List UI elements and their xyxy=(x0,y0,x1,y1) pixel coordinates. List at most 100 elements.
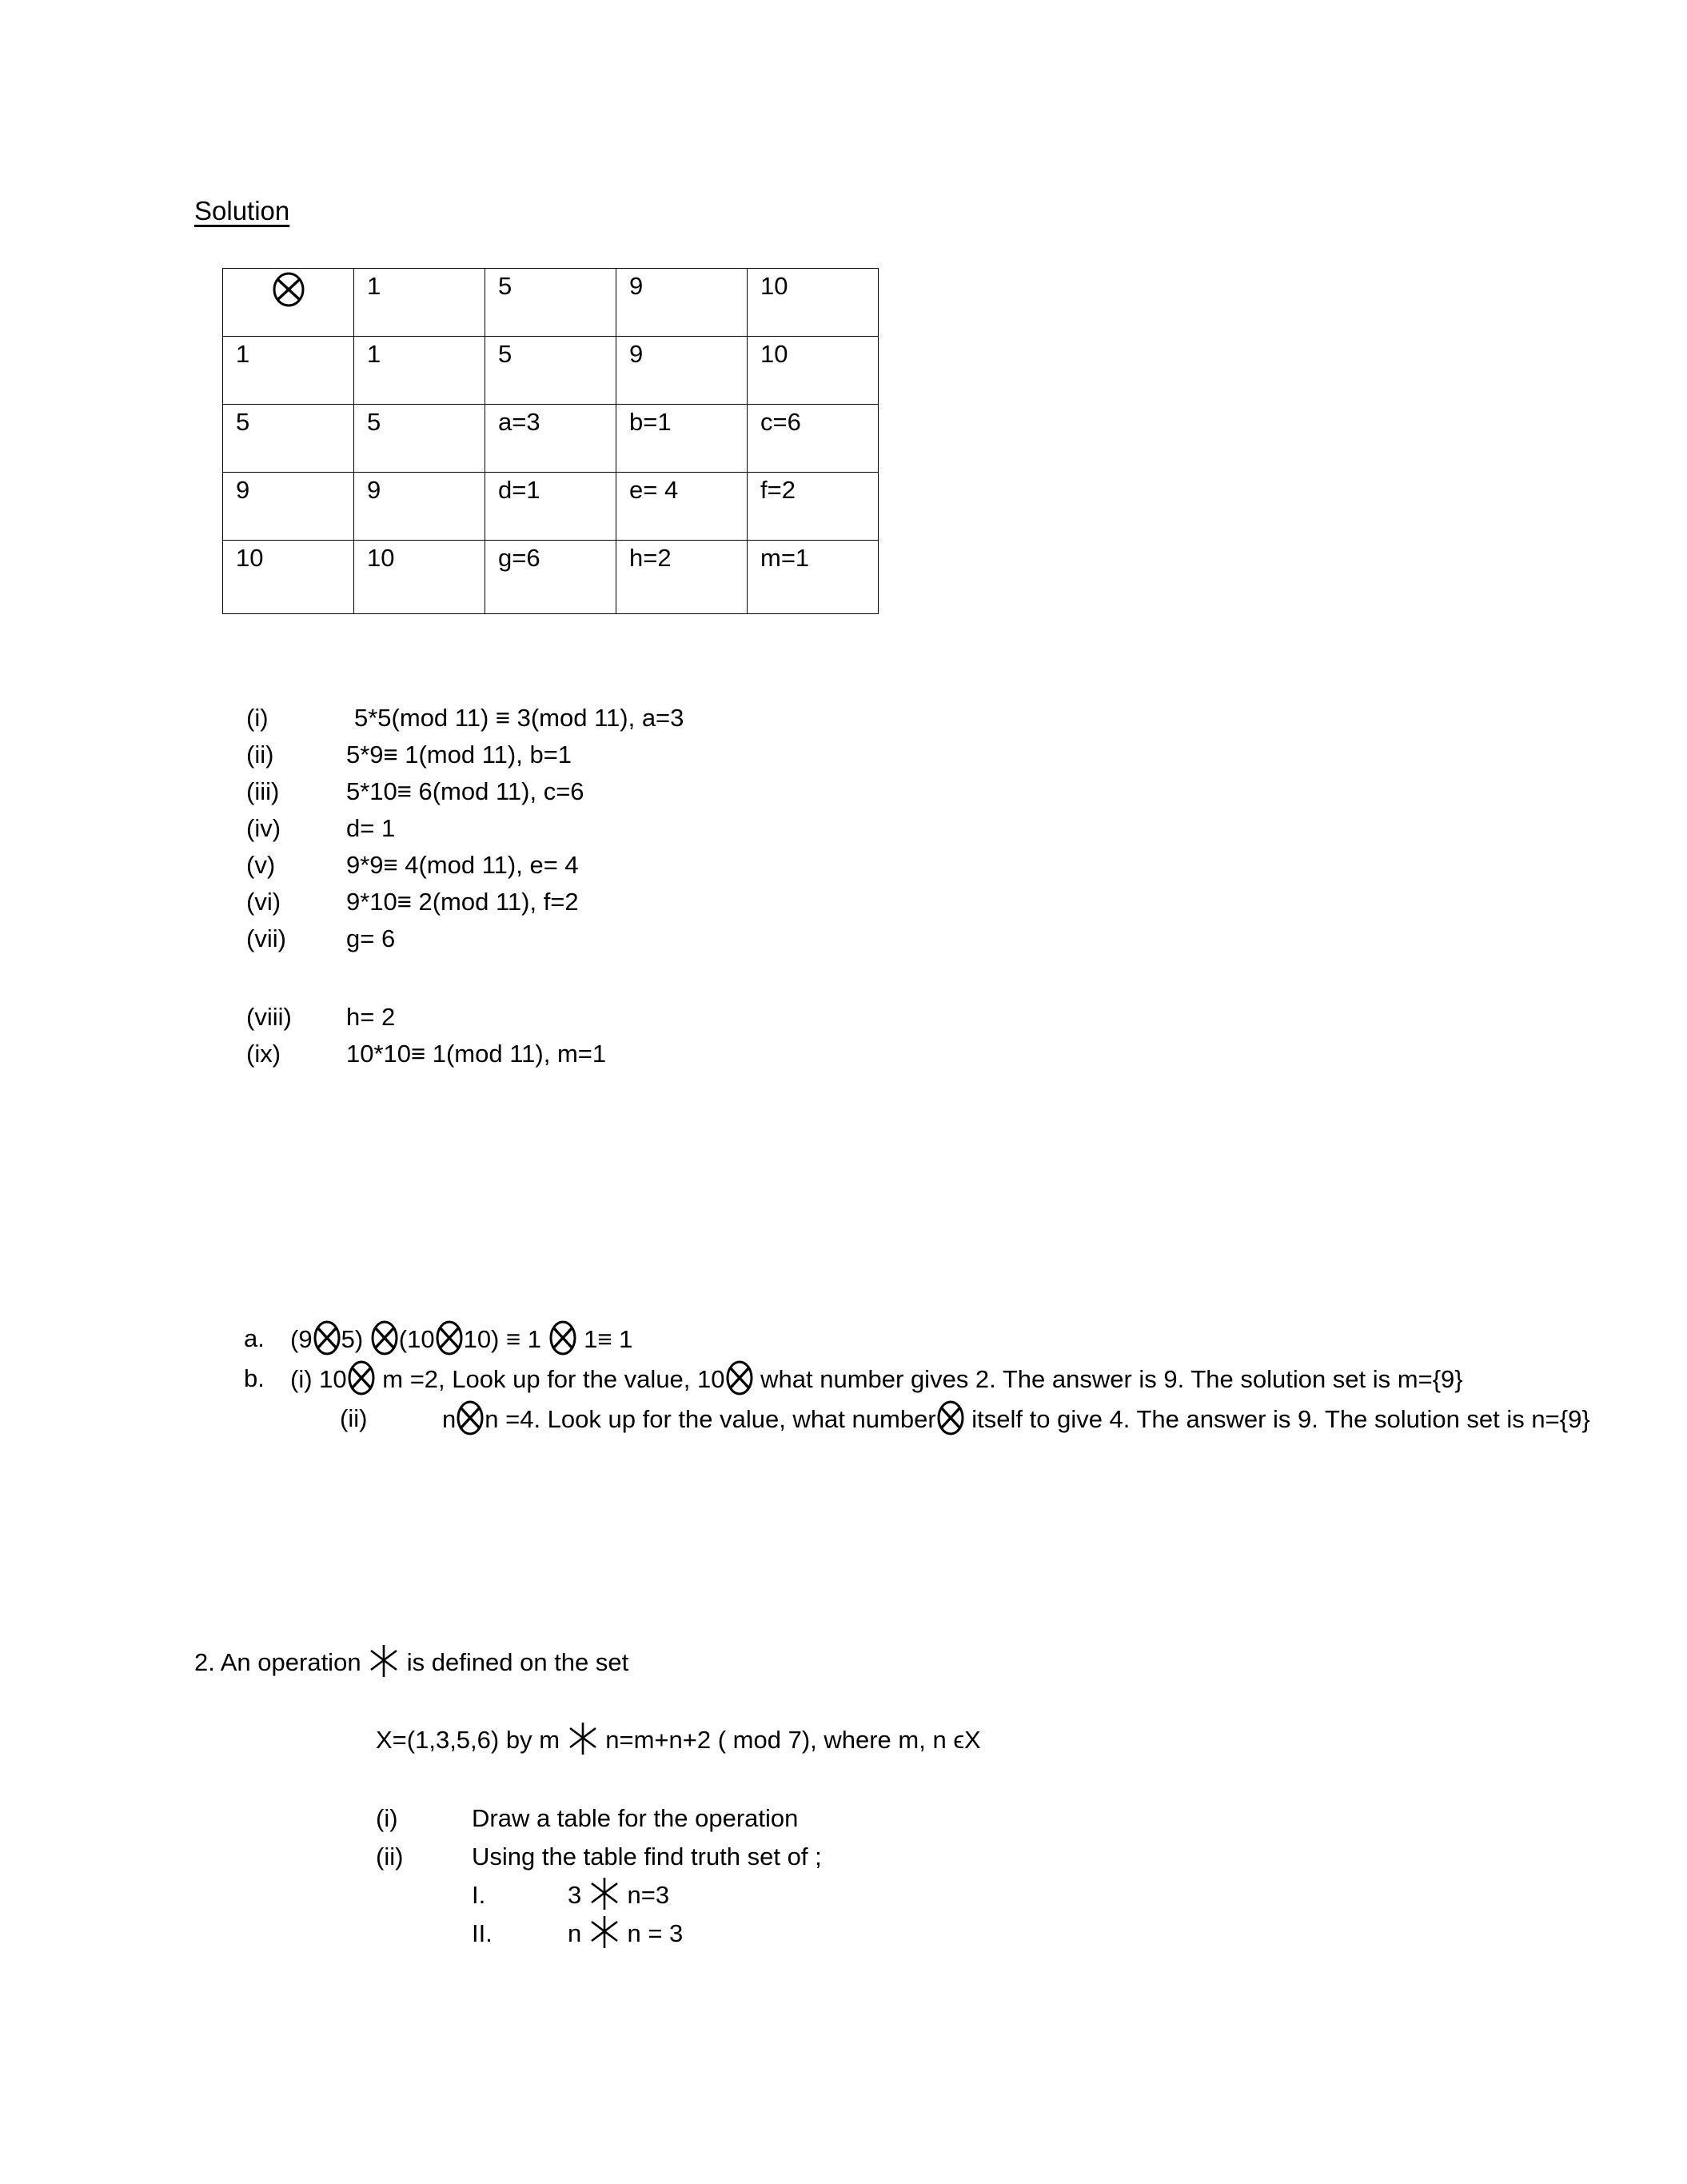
table-row: 1 1 5 9 10 xyxy=(222,336,879,405)
table-row: 9 9 d=1 e= 4 f=2 xyxy=(222,472,879,541)
table-cell: 10 xyxy=(222,540,354,614)
table-cell: h=2 xyxy=(616,540,748,614)
list-item-text: Draw a table for the operation xyxy=(472,1804,799,1832)
table-cell: g=6 xyxy=(485,540,616,614)
list-item-marker: (iv) xyxy=(246,814,281,842)
six-point-asterisk-icon xyxy=(588,1914,620,1950)
list-item-marker: (iii) xyxy=(246,777,280,805)
workings-list: (i) 5*5(mod 11) ≡ 3(mod 11), a=3 (ii) 5*9≡… xyxy=(246,700,684,1072)
list-item-text: 9*9≡ 4(mod 11), e= 4 xyxy=(346,851,579,879)
list-item-marker: b. xyxy=(244,1364,265,1392)
six-point-asterisk-icon xyxy=(567,1721,599,1756)
list-item-marker: (ii) xyxy=(376,1843,404,1871)
six-point-asterisk-icon xyxy=(368,1643,400,1679)
circled-times-icon xyxy=(548,1320,578,1356)
answer-item-b-ii: (ii) n n =4. Look up for the value, what n… xyxy=(340,1399,1603,1438)
table-cell: f=2 xyxy=(747,472,879,541)
answers-list: a. (9 5) (10 10) ≡ 1 1≡ 1 b. (i) 10 m =2, Lo… xyxy=(244,1320,1603,1438)
table-cell: 5 xyxy=(485,336,616,405)
question2-intro: 2. An operation is defined on the set xyxy=(194,1643,628,1681)
table-cell: 10 xyxy=(747,336,879,405)
table-cell: d=1 xyxy=(485,472,616,541)
list-item: (ii) Using the table find truth set of ; xyxy=(376,1838,822,1876)
table-cell: c=6 xyxy=(747,404,879,473)
table-cell: 9 xyxy=(616,336,748,405)
answer-b-i-pre: (i) 10 xyxy=(290,1365,347,1393)
question2-definition-pre: X=(1,3,5,6) by m xyxy=(376,1726,567,1754)
list-item-sub-i: I. 3 n=3 xyxy=(472,1876,822,1914)
sub-ii-pre: n xyxy=(568,1919,588,1947)
list-item-marker: (v) xyxy=(246,851,276,879)
list-item: (iv) d= 1 xyxy=(246,810,684,847)
list-item-marker: II. xyxy=(472,1919,493,1947)
table-cell: 10 xyxy=(353,540,485,614)
table-cell: 9 xyxy=(353,472,485,541)
circled-times-icon xyxy=(271,272,306,307)
list-item-marker: (ii) xyxy=(340,1404,368,1432)
list-item-marker: a. xyxy=(244,1324,265,1352)
list-item-sub-ii: II. n n = 3 xyxy=(472,1914,822,1953)
list-item-marker: (i) xyxy=(376,1804,398,1832)
list-item: (vi) 9*10≡ 2(mod 11), f=2 xyxy=(246,884,684,920)
list-item-text: 5*9≡ 1(mod 11), b=1 xyxy=(346,741,572,769)
table-cell: e= 4 xyxy=(616,472,748,541)
list-item: (ix) 10*10≡ 1(mod 11), m=1 xyxy=(246,1036,684,1072)
list-item-marker: (ix) xyxy=(246,1040,281,1068)
circled-times-icon xyxy=(346,1360,377,1396)
list-item-marker: (viii) xyxy=(246,1003,292,1031)
list-item-marker: (vii) xyxy=(246,924,286,952)
list-item: (vii) g= 6 xyxy=(246,920,684,957)
table-cell: 9 xyxy=(222,472,354,541)
answer-b-i-mid: m =2, Look up for the value, 10 xyxy=(375,1365,725,1393)
answer-a-part4: 10) ≡ 1 xyxy=(463,1325,548,1353)
table-cell: 5 xyxy=(353,404,485,473)
list-item: (i) Draw a table for the operation xyxy=(376,1799,822,1838)
table-row: 1 5 9 10 xyxy=(222,268,879,337)
list-item-text: h= 2 xyxy=(346,1003,396,1031)
sub-i-post: n=3 xyxy=(620,1881,670,1909)
list-item-text: Using the table find truth set of ; xyxy=(472,1843,822,1871)
answer-b-ii-pre: n xyxy=(442,1405,457,1433)
list-item-text: 10*10≡ 1(mod 11), m=1 xyxy=(346,1040,607,1068)
question2-intro-pre: 2. An operation xyxy=(194,1648,369,1676)
answer-a-part1: (9 xyxy=(290,1325,313,1353)
table-row: 5 5 a=3 b=1 c=6 xyxy=(222,404,879,473)
table-cell: a=3 xyxy=(485,404,616,473)
question2-definition-post: n=m+n+2 ( mod 7), where m, n ϵX xyxy=(598,1726,981,1754)
table-cell-operator xyxy=(222,268,354,337)
list-item-text: 5*10≡ 6(mod 11), c=6 xyxy=(346,777,584,805)
list-item: (v) 9*9≡ 4(mod 11), e= 4 xyxy=(246,847,684,884)
question2-intro-post: is defined on the set xyxy=(400,1648,629,1676)
circled-times-icon xyxy=(724,1360,755,1396)
list-item-marker: (i) xyxy=(246,704,269,732)
answer-item-b: b. (i) 10 m =2, Look up for the value, 10… xyxy=(244,1360,1603,1398)
table-cell: 1 xyxy=(353,268,485,337)
circled-times-icon xyxy=(312,1320,342,1356)
table-cell: 5 xyxy=(222,404,354,473)
page-title: Solution xyxy=(194,196,290,226)
answer-b-ii-mid: n =4. Look up for the value, what number xyxy=(485,1405,936,1433)
table-cell: 1 xyxy=(222,336,354,405)
list-item-marker: (vi) xyxy=(246,888,281,916)
list-item-text: 9*10≡ 2(mod 11), f=2 xyxy=(346,888,579,916)
circled-times-icon xyxy=(935,1399,966,1436)
list-item-marker: (ii) xyxy=(246,741,274,769)
question2-definition: X=(1,3,5,6) by m n=m+n+2 ( mod 7), where… xyxy=(376,1721,981,1759)
list-item-marker: I. xyxy=(472,1881,486,1909)
table-cell: 1 xyxy=(353,336,485,405)
circled-times-icon xyxy=(455,1399,485,1436)
table-cell: 9 xyxy=(616,268,748,337)
list-item: (viii) h= 2 xyxy=(246,999,684,1036)
circled-times-icon xyxy=(434,1320,465,1356)
six-point-asterisk-icon xyxy=(588,1876,620,1911)
list-item: (ii) 5*9≡ 1(mod 11), b=1 xyxy=(246,737,684,773)
list-item: (iii) 5*10≡ 6(mod 11), c=6 xyxy=(246,773,684,810)
answer-item-a: a. (9 5) (10 10) ≡ 1 1≡ 1 xyxy=(244,1320,1603,1358)
operation-table: 1 5 9 10 1 1 5 9 10 5 5 a=3 b=1 c=6 9 9 … xyxy=(222,268,879,614)
table-cell: m=1 xyxy=(747,540,879,614)
document-page: Solution 1 5 9 10 1 1 5 9 10 5 5 a=3 b=1… xyxy=(0,0,1687,2184)
list-item-text: g= 6 xyxy=(346,924,396,952)
sub-ii-post: n = 3 xyxy=(620,1919,684,1947)
question2-list: (i) Draw a table for the operation (ii) Us… xyxy=(376,1799,822,1953)
